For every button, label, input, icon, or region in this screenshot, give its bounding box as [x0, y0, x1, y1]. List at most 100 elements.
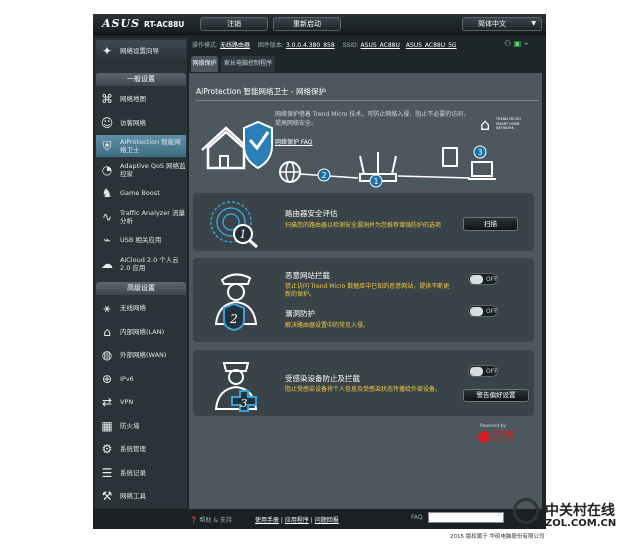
network-tools-icon: ⚒ — [101, 489, 113, 503]
vulnerability-toggle[interactable]: OFF — [468, 305, 498, 317]
model-name: RT-AC88U — [144, 20, 185, 29]
vpn-icon: ⇄ — [101, 395, 113, 409]
sidebar-advanced-item-label: 无线网络 — [120, 304, 146, 312]
footer-links: 使用手册 | 应用程序 | 问题回报 — [255, 517, 339, 524]
faq-label: FAQ — [411, 514, 423, 521]
sidebar-general-item[interactable]: ⛨ AiProtection 智能网络卫士 — [96, 135, 186, 157]
status-line: 操作模式: 无线路由器 固件版本: 3.0.0.4.380_858 SSID: … — [192, 40, 532, 50]
sidebar-general-item[interactable]: ♞ Game Boost — [96, 182, 186, 204]
title-divider — [195, 100, 539, 101]
sidebar-advanced-item-label: VPN — [120, 398, 134, 406]
laptop-icon — [468, 161, 496, 180]
diagram-step-1: 1 — [373, 177, 378, 186]
status-icons: ⚇ ▣ ⌁ — [504, 39, 529, 48]
ssid-2g[interactable]: ASUS_AC88U — [361, 42, 400, 49]
manual-link[interactable]: 使用手册 — [255, 517, 279, 524]
quick-setup-button[interactable]: ✦ 网络设置向导 — [96, 40, 186, 64]
ssid-5g[interactable]: ASUS_AC88U_5G — [406, 42, 457, 49]
admin-icon: ⚙ — [101, 442, 113, 456]
sidebar-general-item-label: Game Boost — [120, 189, 160, 197]
traffic-analyzer-icon: ∿ — [101, 209, 113, 224]
usb-icon: ⌁ — [103, 233, 111, 247]
trend-badge-text: TREND MICRO SMART HOME NETWORK — [496, 117, 521, 130]
malicious-sites-desc: 禁止访问 Trend Micro 数据库中已知的恶意网站，提供不断更新的保护。 — [285, 283, 450, 298]
aicloud-icon: ☁ — [101, 256, 113, 271]
globe-icon — [279, 161, 301, 183]
op-mode-link[interactable]: 无线路由器 — [220, 42, 250, 49]
sidebar-general-item-label: USB 相关应用 — [120, 236, 162, 244]
feedback-link[interactable]: 问题回报 — [315, 517, 339, 524]
medical-staff-icon: 3 — [214, 362, 258, 412]
sidebar-advanced-item[interactable]: ⚹ 无线网络 — [96, 297, 186, 319]
sidebar-general-item[interactable]: ☺ 访客网络 — [96, 112, 186, 134]
sidebar-general-item[interactable]: ∿ Traffic Analyzer 流量分析 — [96, 206, 186, 228]
watermark-brand: 中关村在线 — [545, 503, 615, 519]
sidebar-general-item[interactable]: ☁ AiCloud 2.0 个人云 2.0 应用 — [96, 253, 186, 275]
malicious-badge-number: 2 — [229, 312, 238, 326]
sidebar-advanced-item[interactable]: ⚒ 网络工具 — [96, 485, 186, 507]
sidebar-advanced-item[interactable]: ⌂ 内部网络(LAN) — [96, 321, 186, 343]
sidebar-general-item[interactable]: ⌁ USB 相关应用 — [96, 229, 186, 251]
firmware-label: 固件版本: — [257, 42, 284, 49]
powered-by-label: Powered by — [480, 424, 507, 429]
toggle-knob — [470, 307, 483, 316]
sidebar-general-item[interactable]: ⌘ 网络地图 — [96, 88, 186, 110]
toggle-state: OFF — [486, 368, 498, 375]
usb-status-icon[interactable]: ⌁ — [524, 39, 529, 48]
sidebar-advanced-item[interactable]: ☰ 系统记录 — [96, 462, 186, 484]
network-map-icon: ⌘ — [101, 92, 113, 106]
firmware-link[interactable]: 3.0.0.4.380_858 — [286, 42, 335, 49]
sidebar-general-item-label: 访客网络 — [120, 118, 146, 127]
firewall-icon: ▦ — [101, 418, 113, 433]
game-boost-icon: ♞ — [101, 186, 113, 200]
scan-button[interactable]: 扫描 — [463, 217, 518, 231]
sidebar-advanced-item[interactable]: ◍ 外部网络(WAN) — [96, 344, 186, 366]
sidebar-advanced-item[interactable]: ⚙ 系统管理 — [96, 438, 186, 460]
sidebar-advanced-item[interactable]: ⇄ VPN — [96, 391, 186, 413]
toggle-state: OFF — [486, 276, 498, 283]
alert-preference-button[interactable]: 警告偏好设置 — [463, 389, 529, 402]
adaptive-qos-icon: ◔ — [101, 162, 113, 177]
search-icon[interactable]: ⌕ — [497, 510, 501, 520]
tab-parental-controls[interactable]: 家长电脑控制程序 — [221, 56, 275, 72]
syslog-icon: ☰ — [101, 465, 113, 480]
sidebar-advanced-item[interactable]: ⊕ IPv6 — [96, 368, 186, 390]
general-section-title: 一般设置 — [96, 73, 186, 86]
sidebar-advanced-item-label: 网络工具 — [120, 492, 146, 500]
infected-badge-number: 3 — [241, 397, 248, 410]
language-value: 简体中文 — [478, 20, 506, 28]
network-status-icon[interactable]: ▣ — [514, 39, 522, 48]
copyright: 2015 版权属于 华硕电脑股份有限公司 — [450, 534, 545, 540]
infected-device-desc: 阻止受感染设备将个人信息及受感染状态传播给外部设备。 — [285, 386, 442, 393]
advanced-section-title: 高级设置 — [96, 282, 186, 295]
logout-button[interactable]: 注销 — [200, 17, 268, 31]
sidebar-general-item[interactable]: ◔ Adaptive QoS 网络监控家 — [96, 159, 186, 181]
toggle-state: OFF — [486, 308, 498, 315]
utility-link[interactable]: 应用程序 — [285, 517, 309, 524]
sidebar-advanced-item-label: 系统记录 — [120, 468, 146, 477]
toggle-knob — [470, 275, 483, 284]
sidebar-general-item-label: Adaptive QoS 网络监控家 — [120, 161, 186, 178]
sidebar-general-item-label: Traffic Analyzer 流量分析 — [120, 208, 185, 225]
ipv6-icon: ⊕ — [101, 371, 113, 386]
tab-network-protection[interactable]: 网络保护 — [191, 56, 218, 72]
router-scan-desc: 扫描您的路由器以检测安全漏洞并为您推荐增强防护的选项 — [285, 222, 442, 229]
watermark-site: ZOL.COM.CN — [545, 518, 617, 529]
trend-micro-logo-icon — [478, 431, 490, 443]
sidebar-general-item-label: 网络地图 — [120, 95, 146, 103]
asus-logo[interactable]: ASUS — [102, 17, 140, 30]
language-select[interactable]: 简体中文 ▼ — [462, 17, 542, 31]
sidebar-advanced-item[interactable]: ▦ 防火墙 — [96, 415, 186, 437]
help-icon: ❓ — [190, 517, 198, 524]
router-scan-title: 路由器安全评估 — [285, 209, 338, 218]
scan-badge-number: 1 — [240, 228, 247, 241]
guest-network-icon: ☺ — [100, 115, 114, 130]
infected-device-toggle[interactable]: OFF — [468, 365, 498, 377]
reboot-button[interactable]: 重新启动 — [273, 17, 341, 31]
malicious-sites-toggle[interactable]: OFF — [468, 273, 498, 285]
faq-search-input[interactable] — [428, 512, 504, 523]
zol-logo-icon — [513, 498, 539, 524]
security-guard-icon: 2 — [214, 273, 258, 332]
house-shield-icon — [201, 120, 273, 170]
user-icon[interactable]: ⚇ — [504, 39, 511, 48]
